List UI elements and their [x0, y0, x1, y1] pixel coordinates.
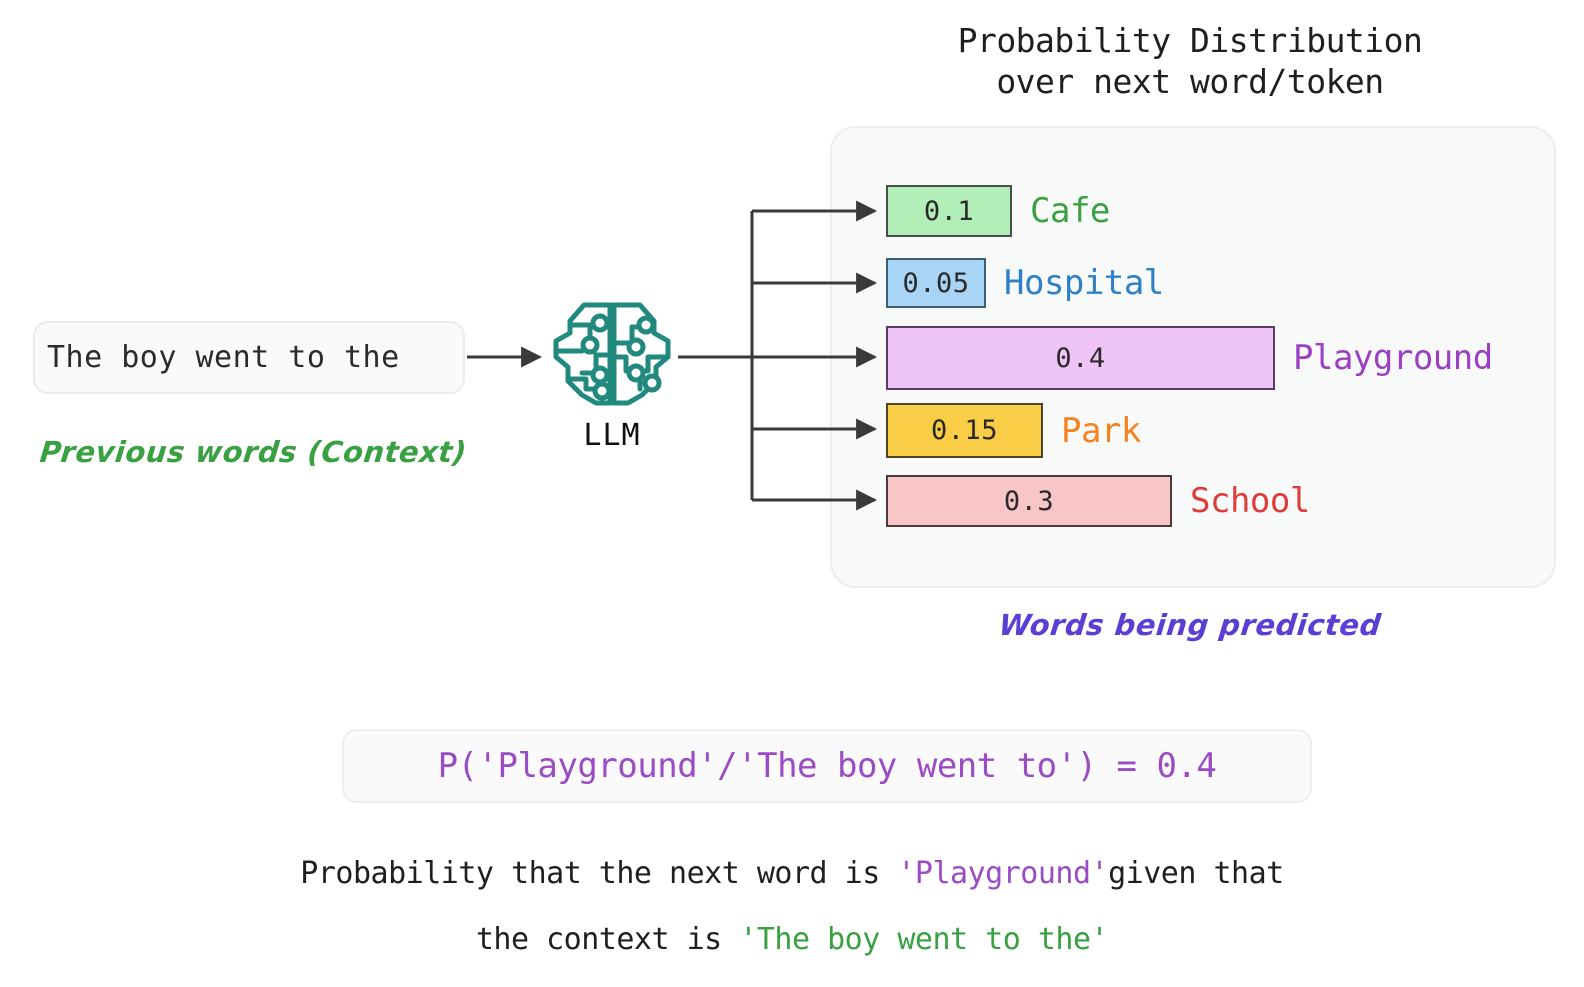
brain-circuit-icon: [553, 302, 671, 406]
bar-label-park: Park: [1061, 410, 1141, 451]
probability-bar-hospital[interactable]: 0.05: [886, 258, 986, 308]
formula-box: P('Playground'/'The boy went to') = 0.4: [342, 729, 1312, 803]
bar-row[interactable]: 0.3 School: [886, 475, 1310, 527]
caption-highlight-context: 'The boy went to the': [739, 922, 1109, 957]
diagram-canvas: Probability Distribution over next word/…: [0, 0, 1584, 987]
llm-label: LLM: [583, 418, 641, 453]
probability-bar-cafe[interactable]: 0.1: [886, 185, 1012, 237]
context-input-text: The boy went to the: [47, 340, 400, 375]
llm-node[interactable]: LLM: [548, 295, 676, 460]
context-input-box[interactable]: The boy went to the: [33, 321, 465, 394]
caption-text-1b: given that: [1108, 856, 1284, 891]
caption-text-1a: Probability that the next word is: [300, 856, 898, 891]
bar-row[interactable]: 0.15 Park: [886, 403, 1141, 458]
formula-text: P('Playground'/'The boy went to') = 0.4: [437, 746, 1217, 786]
bar-value-hospital: 0.05: [902, 267, 970, 299]
probability-bar-school[interactable]: 0.3: [886, 475, 1172, 527]
bar-row[interactable]: 0.4 Playground: [886, 326, 1493, 390]
probability-bar-park[interactable]: 0.15: [886, 403, 1043, 458]
probability-bar-playground[interactable]: 0.4: [886, 326, 1275, 390]
caption-highlight-playground: 'Playground': [897, 856, 1109, 891]
bar-value-school: 0.3: [1003, 485, 1055, 517]
caption-text-2a: the context is: [475, 922, 740, 957]
bar-value-playground: 0.4: [1055, 342, 1106, 374]
bar-value-park: 0.15: [930, 415, 999, 446]
bar-value-cafe: 0.1: [923, 195, 975, 227]
page-title: Probability Distribution over next word/…: [957, 21, 1423, 102]
bar-label-school: School: [1190, 481, 1310, 521]
bar-row[interactable]: 0.1 Cafe: [886, 185, 1110, 237]
bar-label-playground: Playground: [1293, 338, 1493, 378]
bar-row[interactable]: 0.05 Hospital: [886, 258, 1164, 308]
bar-label-hospital: Hospital: [1004, 263, 1164, 303]
caption-line-2: the context is 'The boy went to the': [0, 922, 1584, 957]
context-annotation-label: Previous words (Context): [38, 435, 469, 469]
caption-line-1: Probability that the next word is 'Playg…: [0, 856, 1584, 891]
bar-label-cafe: Cafe: [1030, 191, 1110, 231]
predicted-words-annotation: Words being predicted: [997, 608, 1383, 642]
